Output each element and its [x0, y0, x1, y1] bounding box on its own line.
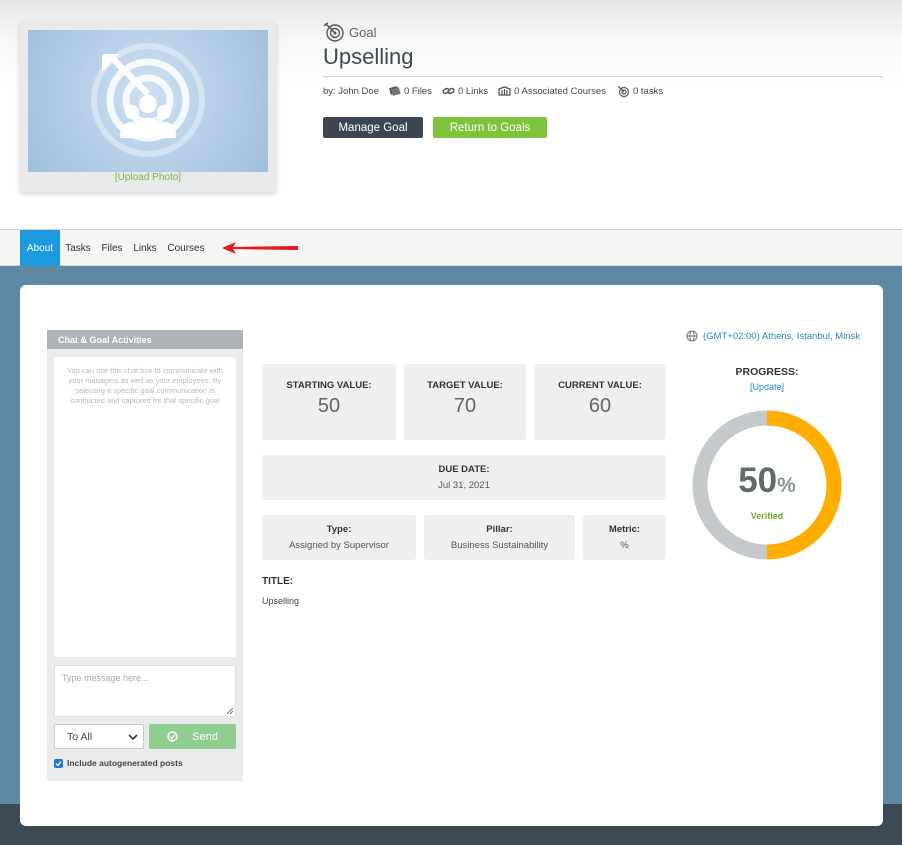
- tab-courses[interactable]: Courses: [164, 230, 208, 266]
- progress-percent-sign: %: [777, 474, 796, 497]
- meta-author: by: John Doe: [323, 86, 379, 97]
- target-value-box: TARGET VALUE: 70: [404, 364, 526, 440]
- pillar-box: Pillar: Business Sustainability: [424, 515, 575, 560]
- current-value-label: CURRENT VALUE:: [558, 380, 642, 391]
- upload-photo-link[interactable]: [Upload Photo]: [20, 172, 276, 183]
- tab-about[interactable]: About: [20, 230, 60, 266]
- send-button[interactable]: Send: [149, 724, 236, 749]
- courses-count: 0 Associated Courses: [514, 85, 606, 97]
- goal-section-label: Goal: [323, 22, 376, 42]
- current-value-box: CURRENT VALUE: 60: [534, 364, 666, 440]
- metric-value: %: [620, 540, 629, 551]
- progress-update-link[interactable]: [Update]: [717, 382, 817, 392]
- chat-panel-title: Chat & Goal Activities: [47, 330, 243, 349]
- return-to-goals-button[interactable]: Return to Goals: [433, 117, 547, 138]
- chat-message-input[interactable]: Type message here...: [54, 665, 236, 717]
- goal-title-value: Upselling: [262, 596, 300, 606]
- type-value: Assigned by Supervisor: [289, 540, 389, 551]
- tab-files[interactable]: Files: [98, 230, 126, 266]
- autogen-checkbox[interactable]: [54, 758, 63, 768]
- title-divider: [323, 76, 883, 77]
- author-text: by: John Doe: [323, 85, 379, 97]
- progress-percent-number: 50: [738, 461, 778, 500]
- goal-target-icon: [323, 22, 344, 42]
- link-icon: [442, 87, 455, 95]
- recipient-selected: To All: [67, 730, 93, 743]
- resize-handle-icon[interactable]: [226, 707, 234, 715]
- manage-goal-button[interactable]: Manage Goal: [323, 117, 423, 138]
- meta-files[interactable]: 0 Files: [389, 86, 432, 97]
- starting-value: 50: [317, 395, 341, 417]
- chat-panel: Chat & Goal Activities You can use this …: [47, 330, 243, 781]
- chat-messages[interactable]: You can use this chat box to communicate…: [54, 357, 236, 657]
- files-count: 0 Files: [403, 85, 432, 97]
- globe-icon: [686, 330, 698, 342]
- autogen-option[interactable]: Include autogenerated posts: [54, 758, 183, 768]
- pillar-label: Pillar:: [486, 524, 513, 535]
- metric-label: Metric:: [608, 524, 641, 535]
- progress-status: Verified: [750, 511, 784, 521]
- type-label: Type:: [326, 524, 352, 535]
- goal-label-text: Goal: [349, 24, 377, 40]
- tasks-count: 0 tasks: [632, 85, 664, 97]
- send-label: Send: [192, 730, 218, 743]
- pillar-value: Business Sustainability: [450, 540, 549, 551]
- red-arrow-icon: [222, 242, 298, 254]
- goal-photo-card: [Upload Photo]: [20, 22, 276, 192]
- chat-help-text: You can use this chat box to communicate…: [67, 366, 223, 405]
- metric-box: Metric: %: [583, 515, 666, 560]
- chat-input-placeholder: Type message here...: [62, 673, 149, 683]
- goal-meta: by: John Doe 0 Files 0 Links 0 Associate…: [323, 85, 673, 97]
- target-value: 70: [453, 395, 477, 417]
- timezone[interactable]: (GMT+02:00) Athens, Istanbul, Minsk: [686, 330, 860, 342]
- recipient-select[interactable]: To All: [54, 724, 144, 749]
- chevron-down-icon: [128, 734, 138, 741]
- progress-label: PROGRESS:: [735, 366, 799, 378]
- tasks-target-icon: [617, 85, 630, 97]
- about-card: Chat & Goal Activities You can use this …: [20, 285, 883, 826]
- goal-title-label: TITLE:: [262, 576, 294, 587]
- checkmark-icon: [55, 760, 62, 766]
- tab-bar: About Tasks Files Links Courses: [0, 229, 902, 266]
- due-date-label: DUE DATE:: [438, 464, 490, 475]
- timezone-text: (GMT+02:00) Athens, Istanbul, Minsk: [703, 330, 861, 342]
- page-title: Upselling: [323, 44, 414, 69]
- target-value-label: TARGET VALUE:: [427, 380, 503, 391]
- goal-header: [Upload Photo] Goal Upselling by: John D…: [0, 0, 902, 230]
- check-circle-icon: [167, 731, 178, 742]
- target-people-icon: [91, 43, 205, 157]
- due-date-value: Jul 31, 2021: [438, 480, 490, 491]
- due-date-box: DUE DATE: Jul 31, 2021: [262, 455, 666, 500]
- type-box: Type: Assigned by Supervisor: [262, 515, 416, 560]
- progress-percent: 50%: [692, 461, 842, 501]
- meta-tasks[interactable]: 0 tasks: [616, 85, 663, 97]
- files-icon: [389, 86, 401, 96]
- starting-value-label: STARTING VALUE:: [286, 380, 372, 391]
- starting-value-box: STARTING VALUE: 50: [262, 364, 396, 440]
- meta-links[interactable]: 0 Links: [442, 86, 488, 97]
- meta-courses[interactable]: 0 Associated Courses: [498, 86, 606, 97]
- goal-photo[interactable]: [28, 30, 268, 172]
- tab-tasks[interactable]: Tasks: [61, 230, 95, 266]
- current-value: 60: [588, 395, 612, 417]
- autogen-label: Include autogenerated posts: [67, 758, 183, 768]
- courses-icon: [498, 86, 511, 96]
- links-count: 0 Links: [457, 85, 489, 97]
- tab-links[interactable]: Links: [129, 230, 161, 266]
